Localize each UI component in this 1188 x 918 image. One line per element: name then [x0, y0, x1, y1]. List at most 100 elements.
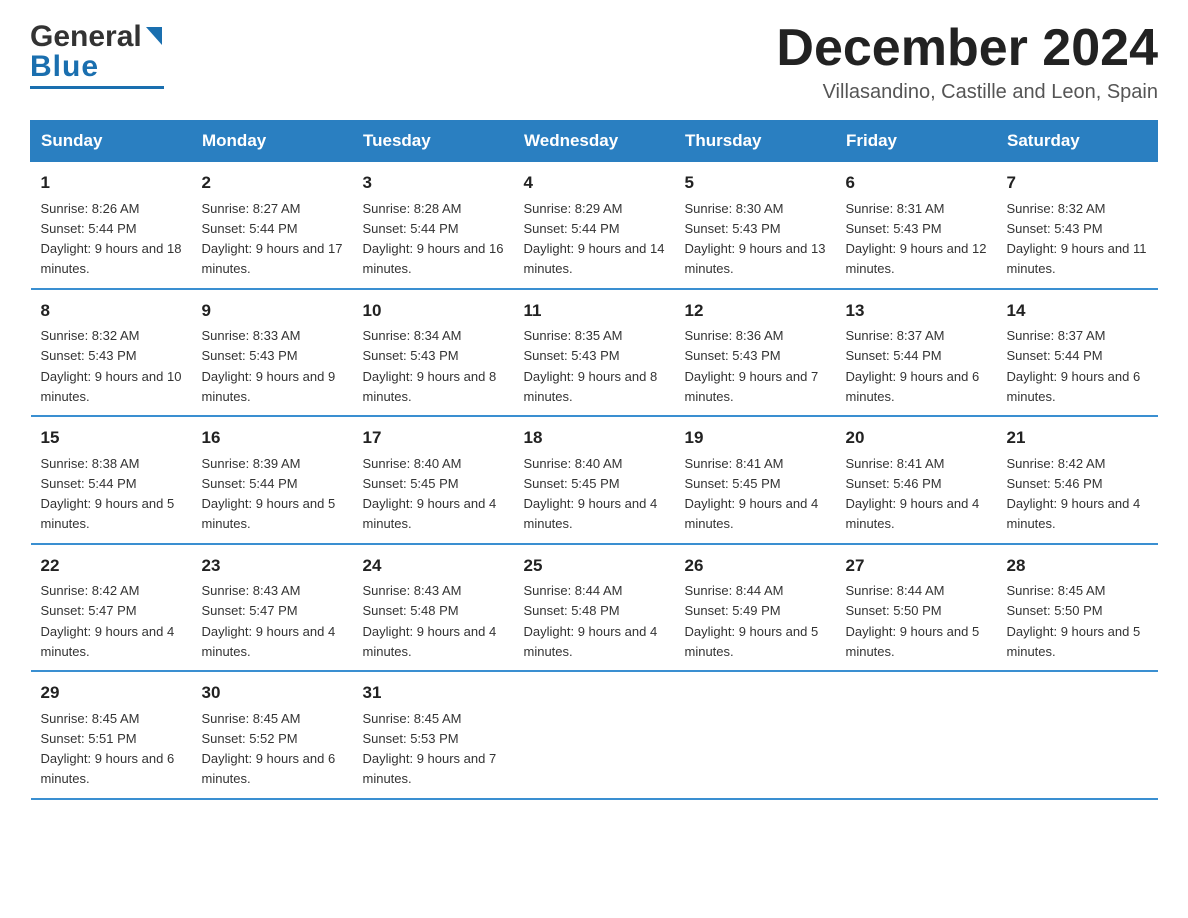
table-row [675, 671, 836, 799]
table-row: 9 Sunrise: 8:33 AMSunset: 5:43 PMDayligh… [192, 289, 353, 417]
table-row: 8 Sunrise: 8:32 AMSunset: 5:43 PMDayligh… [31, 289, 192, 417]
page-header: General Blue December 2024 Villasandino,… [30, 20, 1158, 104]
day-number: 10 [363, 298, 504, 324]
day-info: Sunrise: 8:43 AMSunset: 5:48 PMDaylight:… [363, 583, 497, 659]
day-info: Sunrise: 8:45 AMSunset: 5:51 PMDaylight:… [41, 711, 175, 787]
table-row: 3 Sunrise: 8:28 AMSunset: 5:44 PMDayligh… [353, 162, 514, 289]
day-number: 17 [363, 425, 504, 451]
day-info: Sunrise: 8:42 AMSunset: 5:46 PMDaylight:… [1007, 456, 1141, 532]
table-row: 12 Sunrise: 8:36 AMSunset: 5:43 PMDaylig… [675, 289, 836, 417]
day-number: 12 [685, 298, 826, 324]
col-monday: Monday [192, 121, 353, 162]
day-number: 5 [685, 170, 826, 196]
day-number: 7 [1007, 170, 1148, 196]
table-row: 23 Sunrise: 8:43 AMSunset: 5:47 PMDaylig… [192, 544, 353, 672]
day-info: Sunrise: 8:35 AMSunset: 5:43 PMDaylight:… [524, 328, 658, 404]
day-info: Sunrise: 8:44 AMSunset: 5:48 PMDaylight:… [524, 583, 658, 659]
day-info: Sunrise: 8:44 AMSunset: 5:50 PMDaylight:… [846, 583, 980, 659]
table-row: 21 Sunrise: 8:42 AMSunset: 5:46 PMDaylig… [997, 416, 1158, 544]
calendar-week-row: 1 Sunrise: 8:26 AMSunset: 5:44 PMDayligh… [31, 162, 1158, 289]
day-number: 25 [524, 553, 665, 579]
table-row: 1 Sunrise: 8:26 AMSunset: 5:44 PMDayligh… [31, 162, 192, 289]
day-number: 27 [846, 553, 987, 579]
day-info: Sunrise: 8:31 AMSunset: 5:43 PMDaylight:… [846, 201, 987, 277]
day-number: 28 [1007, 553, 1148, 579]
day-number: 8 [41, 298, 182, 324]
day-info: Sunrise: 8:34 AMSunset: 5:43 PMDaylight:… [363, 328, 497, 404]
day-info: Sunrise: 8:37 AMSunset: 5:44 PMDaylight:… [846, 328, 980, 404]
month-title: December 2024 [776, 20, 1158, 77]
day-number: 19 [685, 425, 826, 451]
day-number: 15 [41, 425, 182, 451]
day-info: Sunrise: 8:40 AMSunset: 5:45 PMDaylight:… [363, 456, 497, 532]
day-info: Sunrise: 8:27 AMSunset: 5:44 PMDaylight:… [202, 201, 343, 277]
day-number: 6 [846, 170, 987, 196]
table-row: 11 Sunrise: 8:35 AMSunset: 5:43 PMDaylig… [514, 289, 675, 417]
day-info: Sunrise: 8:32 AMSunset: 5:43 PMDaylight:… [1007, 201, 1147, 277]
day-number: 1 [41, 170, 182, 196]
calendar-week-row: 8 Sunrise: 8:32 AMSunset: 5:43 PMDayligh… [31, 289, 1158, 417]
day-number: 24 [363, 553, 504, 579]
table-row: 6 Sunrise: 8:31 AMSunset: 5:43 PMDayligh… [836, 162, 997, 289]
table-row: 17 Sunrise: 8:40 AMSunset: 5:45 PMDaylig… [353, 416, 514, 544]
table-row: 26 Sunrise: 8:44 AMSunset: 5:49 PMDaylig… [675, 544, 836, 672]
day-number: 2 [202, 170, 343, 196]
calendar-week-row: 15 Sunrise: 8:38 AMSunset: 5:44 PMDaylig… [31, 416, 1158, 544]
table-row: 30 Sunrise: 8:45 AMSunset: 5:52 PMDaylig… [192, 671, 353, 799]
day-number: 3 [363, 170, 504, 196]
table-row: 13 Sunrise: 8:37 AMSunset: 5:44 PMDaylig… [836, 289, 997, 417]
calendar-header-row: Sunday Monday Tuesday Wednesday Thursday… [31, 121, 1158, 162]
table-row: 15 Sunrise: 8:38 AMSunset: 5:44 PMDaylig… [31, 416, 192, 544]
day-info: Sunrise: 8:37 AMSunset: 5:44 PMDaylight:… [1007, 328, 1141, 404]
table-row: 10 Sunrise: 8:34 AMSunset: 5:43 PMDaylig… [353, 289, 514, 417]
day-number: 4 [524, 170, 665, 196]
table-row: 18 Sunrise: 8:40 AMSunset: 5:45 PMDaylig… [514, 416, 675, 544]
table-row: 14 Sunrise: 8:37 AMSunset: 5:44 PMDaylig… [997, 289, 1158, 417]
table-row: 2 Sunrise: 8:27 AMSunset: 5:44 PMDayligh… [192, 162, 353, 289]
day-number: 30 [202, 680, 343, 706]
day-number: 29 [41, 680, 182, 706]
day-number: 13 [846, 298, 987, 324]
day-info: Sunrise: 8:45 AMSunset: 5:53 PMDaylight:… [363, 711, 497, 787]
col-wednesday: Wednesday [514, 121, 675, 162]
day-info: Sunrise: 8:28 AMSunset: 5:44 PMDaylight:… [363, 201, 504, 277]
table-row: 24 Sunrise: 8:43 AMSunset: 5:48 PMDaylig… [353, 544, 514, 672]
day-info: Sunrise: 8:40 AMSunset: 5:45 PMDaylight:… [524, 456, 658, 532]
table-row: 25 Sunrise: 8:44 AMSunset: 5:48 PMDaylig… [514, 544, 675, 672]
day-number: 31 [363, 680, 504, 706]
table-row: 29 Sunrise: 8:45 AMSunset: 5:51 PMDaylig… [31, 671, 192, 799]
title-section: December 2024 Villasandino, Castille and… [776, 20, 1158, 104]
table-row [514, 671, 675, 799]
day-info: Sunrise: 8:32 AMSunset: 5:43 PMDaylight:… [41, 328, 182, 404]
day-number: 11 [524, 298, 665, 324]
day-number: 9 [202, 298, 343, 324]
day-info: Sunrise: 8:33 AMSunset: 5:43 PMDaylight:… [202, 328, 336, 404]
day-info: Sunrise: 8:45 AMSunset: 5:52 PMDaylight:… [202, 711, 336, 787]
col-sunday: Sunday [31, 121, 192, 162]
day-info: Sunrise: 8:43 AMSunset: 5:47 PMDaylight:… [202, 583, 336, 659]
table-row: 19 Sunrise: 8:41 AMSunset: 5:45 PMDaylig… [675, 416, 836, 544]
logo-triangle-icon [144, 27, 164, 49]
table-row: 28 Sunrise: 8:45 AMSunset: 5:50 PMDaylig… [997, 544, 1158, 672]
logo-blue-text: Blue [30, 50, 99, 84]
day-info: Sunrise: 8:26 AMSunset: 5:44 PMDaylight:… [41, 201, 182, 277]
day-info: Sunrise: 8:41 AMSunset: 5:45 PMDaylight:… [685, 456, 819, 532]
calendar-week-row: 22 Sunrise: 8:42 AMSunset: 5:47 PMDaylig… [31, 544, 1158, 672]
day-info: Sunrise: 8:38 AMSunset: 5:44 PMDaylight:… [41, 456, 175, 532]
day-info: Sunrise: 8:41 AMSunset: 5:46 PMDaylight:… [846, 456, 980, 532]
table-row: 31 Sunrise: 8:45 AMSunset: 5:53 PMDaylig… [353, 671, 514, 799]
day-number: 18 [524, 425, 665, 451]
logo: General Blue [30, 20, 164, 89]
table-row: 16 Sunrise: 8:39 AMSunset: 5:44 PMDaylig… [192, 416, 353, 544]
day-info: Sunrise: 8:29 AMSunset: 5:44 PMDaylight:… [524, 201, 665, 277]
table-row [997, 671, 1158, 799]
table-row: 27 Sunrise: 8:44 AMSunset: 5:50 PMDaylig… [836, 544, 997, 672]
day-number: 21 [1007, 425, 1148, 451]
col-friday: Friday [836, 121, 997, 162]
logo-underline [30, 86, 164, 89]
calendar-table: Sunday Monday Tuesday Wednesday Thursday… [30, 120, 1158, 800]
day-number: 16 [202, 425, 343, 451]
day-number: 22 [41, 553, 182, 579]
col-tuesday: Tuesday [353, 121, 514, 162]
calendar-week-row: 29 Sunrise: 8:45 AMSunset: 5:51 PMDaylig… [31, 671, 1158, 799]
